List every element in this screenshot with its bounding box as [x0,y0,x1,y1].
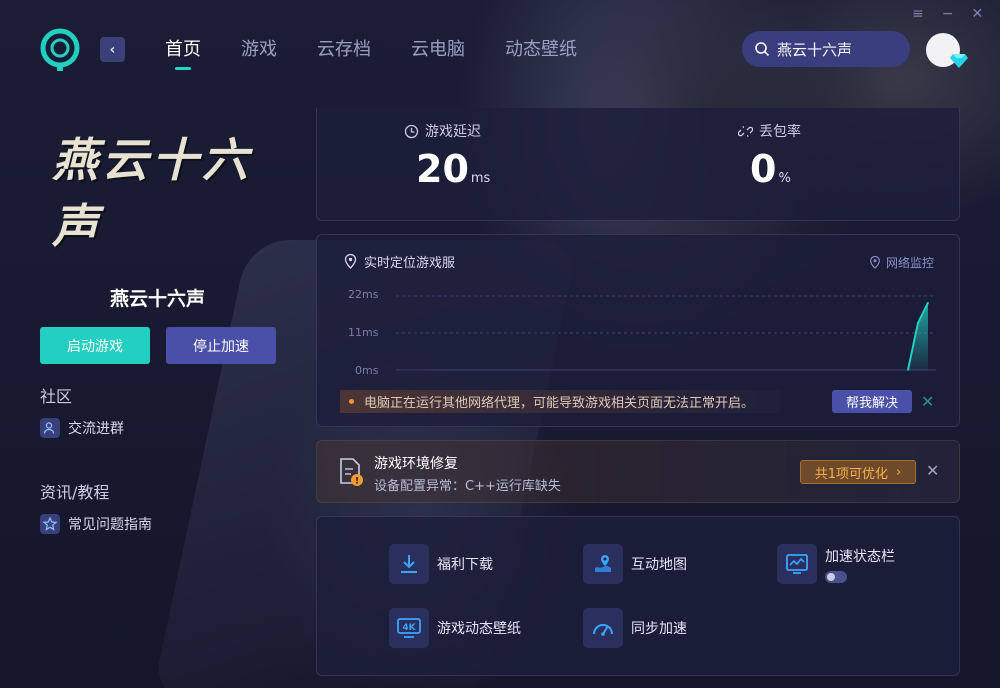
chart-title: 实时定位游戏服 [344,252,455,271]
y-tick-11: 11ms [348,326,379,339]
warning-text: 电脑正在运行其他网络代理，可能导致游戏相关页面无法正常开启。 [364,396,755,411]
status-bar-toggle[interactable] [825,571,847,583]
latency-point [907,369,909,371]
search-value: 燕云十六声 [777,40,853,59]
chevron-left-icon: ‹ [109,41,116,58]
faq-link[interactable]: 常见问题指南 [40,514,152,534]
svg-text:!: ! [355,477,359,487]
close-icon[interactable]: ✕ [921,392,934,411]
location-pin-icon [870,256,880,269]
stop-accel-button[interactable]: 停止加速 [166,327,276,364]
svg-text:4K: 4K [402,623,416,633]
repair-title: 游戏环境修复 [374,456,458,472]
tab-home[interactable]: 首页 [165,38,201,70]
latency-chart [396,295,936,371]
close-icon[interactable]: ✕ [926,461,939,480]
optimize-label: 共1项可优化 [814,466,889,482]
tab-games[interactable]: 游戏 [241,38,277,62]
community-link-label: 交流进群 [68,421,124,437]
tool-interactive-map[interactable]: 互动地图 [583,544,687,584]
4k-icon: 4K [389,608,429,648]
star-icon [40,514,60,534]
optimize-button[interactable]: 共1项可优化 › [800,460,916,484]
tab-cloud-pc[interactable]: 云电脑 [411,38,465,62]
latency-unit: ms [470,171,491,186]
tool-welfare-download[interactable]: 福利下载 [389,544,493,584]
tool-label: 互动地图 [631,557,687,573]
latency-point [917,322,919,324]
file-warning-icon: ! [340,458,363,487]
window-controls: ≡ − ✕ [912,6,983,22]
chevron-right-icon: › [896,464,902,480]
top-bar: ‹ 首页 游戏 云存档 云电脑 动态壁纸 燕云十六声 ≡ − ✕ [0,0,1000,100]
help-resolve-button[interactable]: 帮我解决 [832,390,912,413]
news-heading: 资讯/教程 [40,483,110,502]
packet-loss-value: 0 [750,147,777,191]
tool-label: 游戏动态壁纸 [437,621,521,637]
monitor-chart-icon [777,544,817,584]
packet-loss-unit: % [778,171,791,186]
search-input[interactable]: 燕云十六声 [742,31,910,67]
latency-value: 20 [416,147,469,191]
y-tick-0: 0ms [355,364,379,377]
latency-stat: 游戏延迟 20 ms [404,121,490,191]
app-logo [40,28,80,71]
main-nav: 首页 游戏 云存档 云电脑 动态壁纸 [165,38,577,70]
tab-cloud-save[interactable]: 云存档 [317,38,371,62]
community-heading: 社区 [40,387,73,406]
proxy-warning: 电脑正在运行其他网络代理，可能导致游戏相关页面无法正常开启。 [340,390,780,413]
community-link-group[interactable]: 交流进群 [40,418,124,438]
tool-label: 同步加速 [631,621,687,637]
clock-icon [404,124,419,138]
network-monitor-link[interactable]: 网络监控 [869,254,934,271]
network-monitor-label: 网络监控 [886,256,935,270]
latency-point [927,301,929,304]
game-title: 燕云十六声 [109,288,205,310]
latency-label: 游戏延迟 [425,124,481,140]
tool-label: 加速状态栏 [825,549,895,565]
tab-wallpaper[interactable]: 动态壁纸 [505,38,577,62]
y-tick-22: 22ms [348,288,379,301]
back-button[interactable]: ‹ [100,37,125,62]
repair-desc: 设备配置异常：C++运行库缺失 [374,479,561,494]
speedometer-icon [583,608,623,648]
location-pin-icon [344,254,357,269]
warning-dot [349,399,354,404]
broken-link-icon [738,125,753,137]
tool-label: 福利下载 [437,557,493,573]
search-icon [755,42,770,57]
game-logo: 燕云十六声 [52,133,252,253]
menu-icon[interactable]: ≡ [912,6,924,22]
tool-sync-accel[interactable]: 同步加速 [583,608,687,648]
packet-loss-label: 丢包率 [759,124,801,140]
minimize-icon[interactable]: − [942,6,954,22]
faq-link-label: 常见问题指南 [68,517,152,533]
tool-game-wallpaper[interactable]: 4K 游戏动态壁纸 [389,608,521,648]
chart-title-text: 实时定位游戏服 [364,256,456,271]
user-group-icon [40,418,60,438]
tools-card [316,516,960,676]
close-icon[interactable]: ✕ [971,6,983,22]
diamond-icon [950,54,968,68]
packet-loss-stat: 丢包率 0% [738,121,801,191]
map-icon [583,544,623,584]
start-game-button[interactable]: 启动游戏 [40,327,150,364]
download-icon [389,544,429,584]
